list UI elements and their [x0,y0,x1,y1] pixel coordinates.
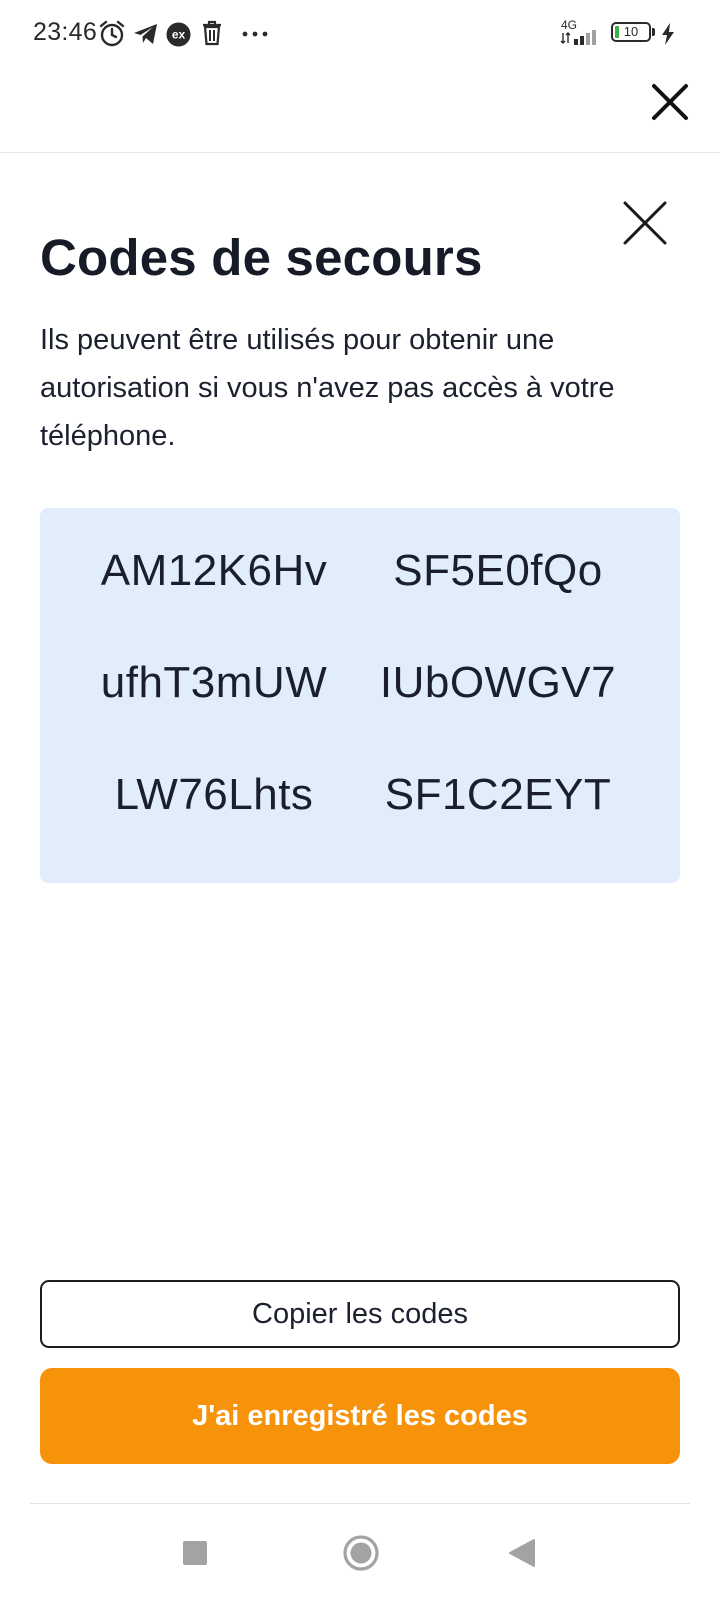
trash-icon [203,20,221,46]
backup-code: ufhT3mUW [100,658,328,707]
copy-codes-button[interactable]: Copier les codes [40,1280,680,1348]
status-bar: 23:46 ex 4G 10 [0,0,720,70]
ex-app-icon: ex [166,22,191,47]
signal-icon: 4G [560,18,604,46]
dialog-description: Ils peuvent être utilisés pour obtenir u… [40,324,615,452]
backup-codes-panel: AM12K6Hv SF5E0fQo ufhT3mUW IUbOWGV7 LW76… [40,508,680,883]
codes-saved-button[interactable]: J'ai enregistré les codes [40,1368,680,1464]
top-bar [0,70,720,153]
back-triangle-icon[interactable] [508,1538,536,1568]
telegram-icon [134,24,157,44]
backup-code: AM12K6Hv [100,546,328,595]
home-circle-icon[interactable] [342,1534,380,1572]
dialog-title: Codes de secours [40,229,483,286]
dialog-close-icon[interactable] [620,198,670,248]
charging-icon [662,23,674,45]
status-time: 23:46 [33,18,98,46]
backup-code: SF1C2EYT [384,770,612,819]
recents-square-icon[interactable] [182,1540,208,1566]
battery-icon: 10 [611,22,657,44]
backup-code: LW76Lhts [114,770,314,819]
backup-code: IUbOWGV7 [379,658,617,707]
backup-code: SF5E0fQo [393,546,603,595]
battery-level: 10 [623,24,639,39]
alarm-icon [99,20,125,47]
nav-divider [30,1503,690,1504]
close-icon[interactable] [648,80,692,124]
svg-text:ex: ex [172,28,186,42]
more-dots-icon [242,31,268,37]
